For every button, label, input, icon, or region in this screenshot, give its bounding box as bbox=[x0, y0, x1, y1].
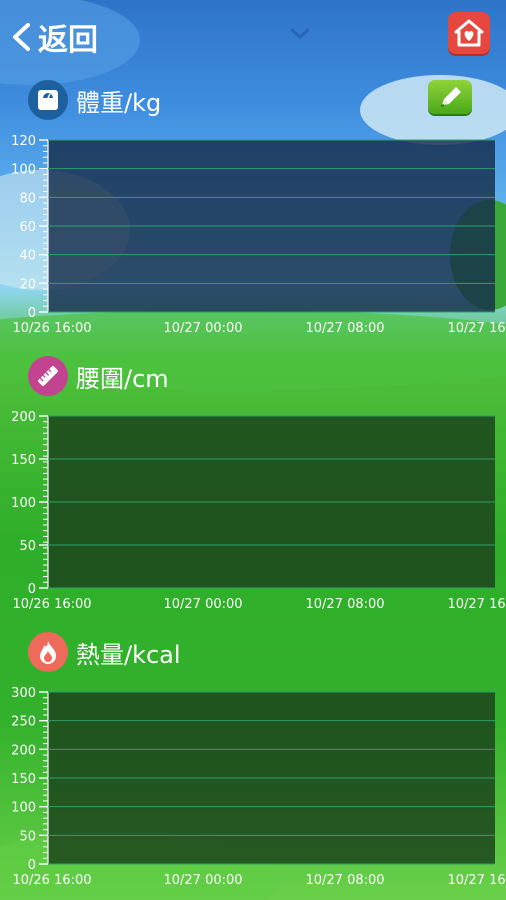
y-tick-label: 250 bbox=[11, 715, 36, 730]
waist-chart: 0 50 100 150 200 10/26 16:00 10/27 00:00 10/27 … bbox=[0, 406, 506, 616]
flame-icon bbox=[40, 641, 56, 664]
y-tick-label: 0 bbox=[28, 306, 36, 321]
x-tick-label: 10/27 00:00 bbox=[163, 873, 242, 888]
x-tick-label: 10/27 08:00 bbox=[305, 321, 384, 336]
calories-chart-svg: 0 50 100 150 200 250 300 10/26 16:00 10/27 00:00… bbox=[11, 686, 506, 888]
y-tick-label: 50 bbox=[19, 829, 36, 844]
y-tick-label: 60 bbox=[19, 220, 36, 235]
back-label: 返回 bbox=[38, 23, 98, 58]
x-tick-label: 10/27 16:00 bbox=[447, 873, 506, 888]
x-tick-label: 10/27 16:00 bbox=[447, 597, 506, 612]
chevron-left-icon bbox=[13, 23, 30, 51]
x-tick-label: 10/26 16:00 bbox=[12, 321, 91, 336]
x-tick-label: 10/27 08:00 bbox=[305, 873, 384, 888]
edit-button[interactable] bbox=[428, 80, 472, 114]
x-tick-label: 10/27 00:00 bbox=[163, 597, 242, 612]
calories-header: 熱量/kcal bbox=[28, 632, 181, 672]
x-tick-label: 10/27 16:00 bbox=[447, 321, 506, 336]
y-tick-label: 0 bbox=[28, 582, 36, 597]
y-tick-label: 100 bbox=[11, 496, 36, 511]
x-tick-label: 10/26 16:00 bbox=[12, 597, 91, 612]
y-tick-label: 50 bbox=[19, 539, 36, 554]
y-tick-label: 150 bbox=[11, 453, 36, 468]
y-tick-label: 200 bbox=[11, 410, 36, 425]
waist-header: 腰圍/cm bbox=[28, 356, 169, 396]
x-tick-label: 10/26 16:00 bbox=[12, 873, 91, 888]
weight-chart: 0 20 40 60 80 100 120 10/26 16:00 10/27 00:00 10/… bbox=[0, 130, 506, 340]
calories-icon-badge bbox=[28, 632, 68, 672]
y-tick-label: 150 bbox=[11, 772, 36, 787]
back-button[interactable]: 返回 bbox=[10, 14, 98, 60]
tape-measure-icon bbox=[38, 366, 58, 386]
waist-icon-badge bbox=[28, 356, 68, 396]
x-tick-label: 10/27 08:00 bbox=[305, 597, 384, 612]
waist-title: 腰圍/cm bbox=[76, 364, 169, 393]
weight-chart-svg: 0 20 40 60 80 100 120 10/26 16:00 10/27 00:00 10/… bbox=[11, 134, 506, 336]
weight-title: 體重/kg bbox=[76, 88, 162, 117]
top-bar: 返回 bbox=[0, 0, 506, 72]
scale-icon bbox=[38, 90, 58, 110]
calories-chart: 0 50 100 150 200 250 300 10/26 16:00 10/27 00:00… bbox=[0, 682, 506, 892]
weight-icon-badge bbox=[28, 80, 68, 120]
y-tick-label: 0 bbox=[28, 858, 36, 873]
y-tick-label: 80 bbox=[19, 191, 36, 206]
home-button[interactable] bbox=[448, 12, 490, 54]
y-tick-label: 120 bbox=[11, 134, 36, 149]
waist-chart-svg: 0 50 100 150 200 10/26 16:00 10/27 00:00 10/27 … bbox=[11, 410, 506, 612]
y-tick-label: 300 bbox=[11, 686, 36, 701]
y-tick-label: 20 bbox=[19, 277, 36, 292]
home-icon bbox=[454, 19, 484, 47]
y-tick-label: 40 bbox=[19, 249, 36, 264]
y-tick-label: 100 bbox=[11, 163, 36, 178]
y-tick-label: 100 bbox=[11, 801, 36, 816]
weight-header: 體重/kg bbox=[28, 80, 161, 120]
calories-title: 熱量/kcal bbox=[76, 640, 181, 669]
pencil-icon bbox=[440, 87, 461, 107]
x-tick-label: 10/27 00:00 bbox=[163, 321, 242, 336]
chevron-down-icon bbox=[290, 28, 310, 39]
y-tick-label: 200 bbox=[11, 743, 36, 758]
